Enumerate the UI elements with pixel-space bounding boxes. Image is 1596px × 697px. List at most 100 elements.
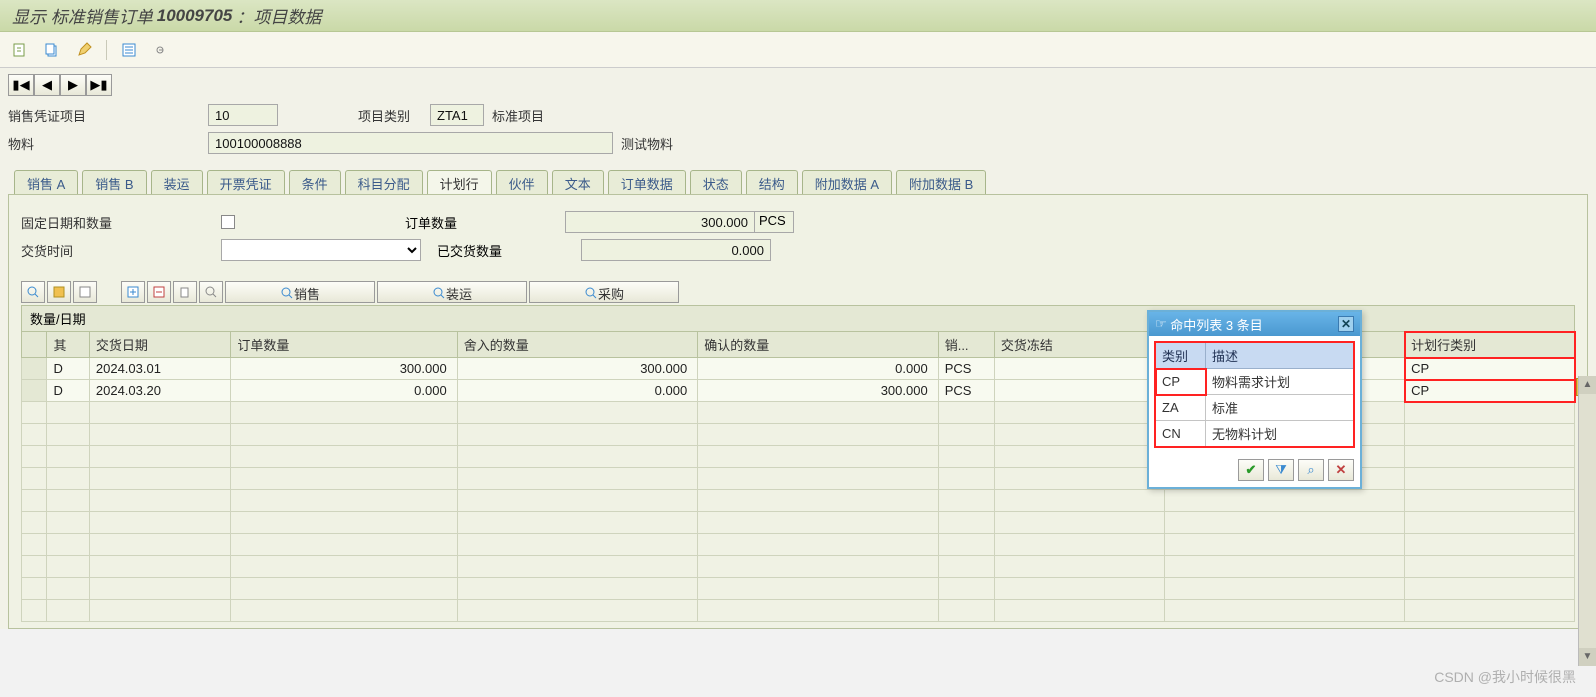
cell[interactable]: 0.000: [457, 380, 698, 402]
tab-13[interactable]: 附加数据 B: [896, 170, 986, 194]
tab-4[interactable]: 条件: [289, 170, 341, 194]
hitlist-desc[interactable]: 标准: [1206, 395, 1354, 421]
tab-9[interactable]: 订单数据: [608, 170, 686, 194]
deselect-button[interactable]: [73, 281, 97, 303]
delivered-field[interactable]: [581, 239, 771, 261]
popup-title: 命中列表 3 条目: [1170, 315, 1262, 334]
tab-10[interactable]: 状态: [690, 170, 742, 194]
separator: [106, 40, 107, 60]
tab-5[interactable]: 科目分配: [345, 170, 423, 194]
tab-strip: 销售 A销售 B装运开票凭证条件科目分配计划行伙伴文本订单数据状态结构附加数据 …: [8, 170, 1588, 194]
hitlist-table: 类别 描述 CP物料需求计划ZA标准CN无物料计划: [1155, 342, 1354, 447]
last-record-button[interactable]: ▶▮: [86, 74, 112, 96]
delivtime-select[interactable]: [221, 239, 421, 261]
tab-1[interactable]: 销售 B: [82, 170, 146, 194]
filter-button[interactable]: ⧩: [1268, 459, 1294, 481]
scroll-up-button[interactable]: ▲: [1579, 376, 1596, 394]
table-toolbar: 销售 装运 采购: [21, 281, 1575, 303]
cell-dropdown[interactable]: ▾: [994, 380, 1164, 402]
hitlist-code[interactable]: ZA: [1156, 395, 1206, 421]
col-header[interactable]: 交货冻结: [994, 332, 1164, 358]
hitlist-code[interactable]: CP: [1156, 369, 1206, 395]
cell[interactable]: 2024.03.20: [89, 380, 230, 402]
tab-11[interactable]: 结构: [746, 170, 798, 194]
app-toolbar: [0, 32, 1596, 68]
hitlist-code[interactable]: CN: [1156, 421, 1206, 447]
cell[interactable]: D: [47, 358, 89, 380]
insert-row-button[interactable]: [121, 281, 145, 303]
link-icon[interactable]: [151, 40, 171, 60]
window-title: 显示 标准销售订单 10009705：项目数据: [0, 0, 1596, 32]
cell[interactable]: 300.000: [457, 358, 698, 380]
copy-row-button[interactable]: [173, 281, 197, 303]
material-field[interactable]: [208, 132, 613, 154]
tab-8[interactable]: 文本: [552, 170, 604, 194]
col-header[interactable]: 计划行类别: [1405, 332, 1575, 358]
detail-button[interactable]: [21, 281, 45, 303]
col-header[interactable]: 交货日期: [89, 332, 230, 358]
delivered-label: 已交货数量: [421, 241, 581, 260]
first-record-button[interactable]: ▮◀: [8, 74, 34, 96]
cell[interactable]: PCS: [938, 358, 994, 380]
fixdate-checkbox[interactable]: [221, 215, 235, 229]
cell[interactable]: 0.000: [231, 380, 457, 402]
hitlist-popup: ☞ 命中列表 3 条目 ✕ 类别 描述 CP物料需求计划ZA标准CN无物料计划 …: [1147, 310, 1362, 489]
delivtime-label: 交货时间: [21, 241, 221, 260]
next-record-button[interactable]: ▶: [60, 74, 86, 96]
cell[interactable]: 300.000: [698, 380, 939, 402]
schedline-category-cell[interactable]: CP: [1405, 358, 1575, 380]
record-nav: ▮◀ ◀ ▶ ▶▮: [8, 74, 1588, 96]
cell[interactable]: 300.000: [231, 358, 457, 380]
copy-icon[interactable]: [42, 40, 62, 60]
col-header[interactable]: 销...: [938, 332, 994, 358]
cell[interactable]: D: [47, 380, 89, 402]
cell[interactable]: 2024.03.01: [89, 358, 230, 380]
scroll-down-button[interactable]: ▼: [1579, 648, 1596, 666]
material-label: 物料: [8, 134, 208, 153]
col-header[interactable]: 其: [47, 332, 89, 358]
category-text: 标准项目: [484, 106, 544, 125]
sales-view-button[interactable]: 销售: [225, 281, 375, 303]
cell-dropdown[interactable]: ▾: [994, 358, 1164, 380]
watermark: CSDN @我小时候很黑: [1434, 667, 1576, 687]
shipping-view-button[interactable]: 装运: [377, 281, 527, 303]
col-header[interactable]: 订单数量: [231, 332, 457, 358]
col-header[interactable]: 舍入的数量: [457, 332, 698, 358]
tab-2[interactable]: 装运: [151, 170, 203, 194]
cell[interactable]: 0.000: [698, 358, 939, 380]
row-selector[interactable]: [22, 358, 47, 380]
accept-button[interactable]: ✔: [1238, 459, 1264, 481]
category-label: 项目类别: [278, 106, 430, 125]
doc-icon[interactable]: [10, 40, 30, 60]
col-description: 描述: [1206, 343, 1354, 369]
item-field[interactable]: [208, 104, 278, 126]
tab-0[interactable]: 销售 A: [14, 170, 78, 194]
tab-6[interactable]: 计划行: [427, 170, 492, 194]
hitlist-desc[interactable]: 物料需求计划: [1206, 369, 1354, 395]
col-category: 类别: [1156, 343, 1206, 369]
prev-record-button[interactable]: ◀: [34, 74, 60, 96]
search-button[interactable]: ⌕: [1298, 459, 1324, 481]
delete-row-button[interactable]: [147, 281, 171, 303]
row-selector[interactable]: [22, 380, 47, 402]
cell[interactable]: PCS: [938, 380, 994, 402]
select-all-button[interactable]: [47, 281, 71, 303]
cancel-button[interactable]: ✕: [1328, 459, 1354, 481]
orderqty-label: 订单数量: [405, 213, 565, 232]
vertical-scrollbar[interactable]: ▲ ▼: [1578, 376, 1596, 666]
find-button[interactable]: [199, 281, 223, 303]
procurement-view-button[interactable]: 采购: [529, 281, 679, 303]
schedline-category-cell[interactable]: CP: [1405, 380, 1575, 402]
popup-close-button[interactable]: ✕: [1338, 316, 1354, 332]
list-icon[interactable]: [119, 40, 139, 60]
hitlist-desc[interactable]: 无物料计划: [1206, 421, 1354, 447]
category-field[interactable]: [430, 104, 484, 126]
tab-12[interactable]: 附加数据 A: [802, 170, 892, 194]
tab-7[interactable]: 伙伴: [496, 170, 548, 194]
edit-icon[interactable]: [74, 40, 94, 60]
fixdate-label: 固定日期和数量: [21, 213, 221, 232]
col-header[interactable]: 确认的数量: [698, 332, 939, 358]
orderqty-field[interactable]: [565, 211, 755, 233]
orderqty-unit: PCS: [754, 211, 794, 233]
tab-3[interactable]: 开票凭证: [207, 170, 285, 194]
